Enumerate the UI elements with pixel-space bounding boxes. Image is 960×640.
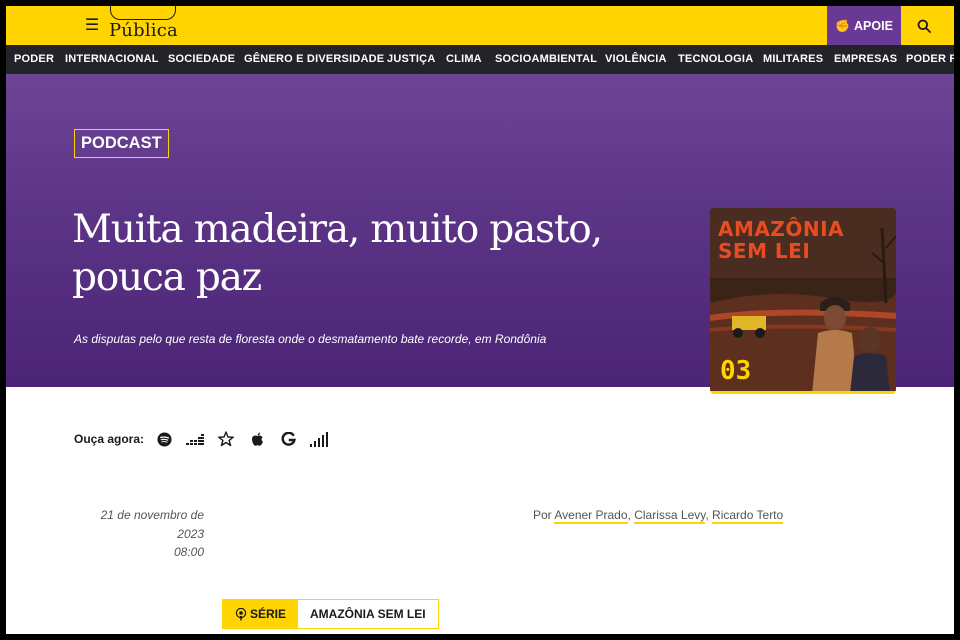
nav-item-genero-e-diversidade[interactable]: GÊNERO E DIVERSIDADE <box>244 45 384 74</box>
series-tag: SÉRIE AMAZÔNIA SEM LEI <box>222 599 439 629</box>
podcast-badge[interactable]: PODCAST <box>74 129 169 158</box>
author-link[interactable]: Avener Prado <box>554 508 628 524</box>
cover-title-line-1: AMAZÔNIA <box>718 217 845 241</box>
search-icon <box>917 19 931 33</box>
nav-item-tecnologia[interactable]: TECNOLOGIA <box>678 45 753 74</box>
category-nav: PODER INTERNACIONAL SOCIEDADE GÊNERO E D… <box>6 45 954 74</box>
publish-time: 08:00 <box>173 545 204 559</box>
signal-link[interactable] <box>309 430 329 448</box>
apoie-button[interactable]: ✊ APOIE <box>827 6 901 45</box>
nav-item-clima[interactable]: CLIMA <box>446 45 482 74</box>
date-line-1: 21 de novembro de <box>100 508 204 522</box>
listen-label: Ouça agora: <box>74 432 145 446</box>
cover-title: AMAZÔNIA SEM LEI <box>718 218 893 262</box>
nav-item-justica[interactable]: JUSTIÇA <box>387 45 435 74</box>
author-link[interactable]: Ricardo Terto <box>712 508 784 524</box>
nav-item-internacional[interactable]: INTERNACIONAL <box>65 45 159 74</box>
nav-item-militares[interactable]: MILITARES <box>763 45 823 74</box>
publish-date: 21 de novembro de 2023 08:00 <box>76 506 204 562</box>
author-link[interactable]: Clarissa Levy <box>634 508 706 524</box>
nav-item-empresas[interactable]: EMPRESAS <box>834 45 897 74</box>
listen-bar: Ouça agora: <box>74 430 340 448</box>
google-icon <box>281 431 296 446</box>
google-podcasts-link[interactable] <box>278 430 298 448</box>
nav-item-poder-ri[interactable]: PODER RI <box>906 45 954 74</box>
nav-item-socioambiental[interactable]: SOCIOAMBIENTAL <box>495 45 597 74</box>
nav-item-sociedade[interactable]: SOCIEDADE <box>168 45 235 74</box>
author-separator: , <box>627 508 631 522</box>
podcast-cover-art[interactable]: AMAZÔNIA SEM LEI 03 <box>710 208 896 394</box>
title-line-1: Muita madeira, muito pasto, <box>72 207 603 252</box>
series-name-link[interactable]: AMAZÔNIA SEM LEI <box>298 600 438 628</box>
nav-item-poder[interactable]: PODER <box>14 45 54 74</box>
series-label-text: SÉRIE <box>250 607 287 621</box>
hamburger-menu-icon[interactable]: ☰ <box>82 15 102 35</box>
page: ☰ Pública ✊ APOIE PODER INTERNACIONAL SO… <box>6 6 954 634</box>
logo-speech-bubble <box>110 6 176 20</box>
title-line-2: pouca paz <box>72 255 262 300</box>
deezer-icon <box>186 434 205 445</box>
search-button[interactable] <box>904 6 944 45</box>
logo-text: Pública <box>109 20 178 41</box>
nav-item-violencia[interactable]: VIOLÊNCIA <box>605 45 667 74</box>
deezer-link[interactable] <box>185 430 205 448</box>
spotify-link[interactable] <box>154 430 174 448</box>
article-subtitle: As disputas pelo que resta de floresta o… <box>74 332 547 346</box>
date-line-2: 2023 <box>177 526 204 541</box>
spotify-icon <box>157 431 172 447</box>
star-link[interactable] <box>216 430 236 448</box>
byline-prefix: Por <box>533 508 552 522</box>
apple-podcasts-link[interactable] <box>247 430 267 448</box>
byline: Por Avener Prado, Clarissa Levy, Ricardo… <box>533 508 784 524</box>
episode-number: 03 <box>720 356 752 386</box>
star-icon <box>218 431 234 447</box>
fist-icon: ✊ <box>835 18 851 33</box>
apoie-label: APOIE <box>854 18 893 33</box>
author-separator: , <box>705 508 709 522</box>
site-logo[interactable]: Pública <box>109 6 179 44</box>
article-title: Muita madeira, muito pasto, pouca paz <box>72 206 672 302</box>
top-bar: ☰ Pública ✊ APOIE <box>6 6 954 45</box>
apple-icon <box>251 432 263 446</box>
cover-title-line-2: SEM LEI <box>718 239 811 263</box>
podcast-icon <box>235 607 247 620</box>
series-label: SÉRIE <box>223 600 299 628</box>
hero-banner: PODCAST Muita madeira, muito pasto, pouc… <box>6 74 954 394</box>
signal-bars-icon <box>310 431 329 447</box>
